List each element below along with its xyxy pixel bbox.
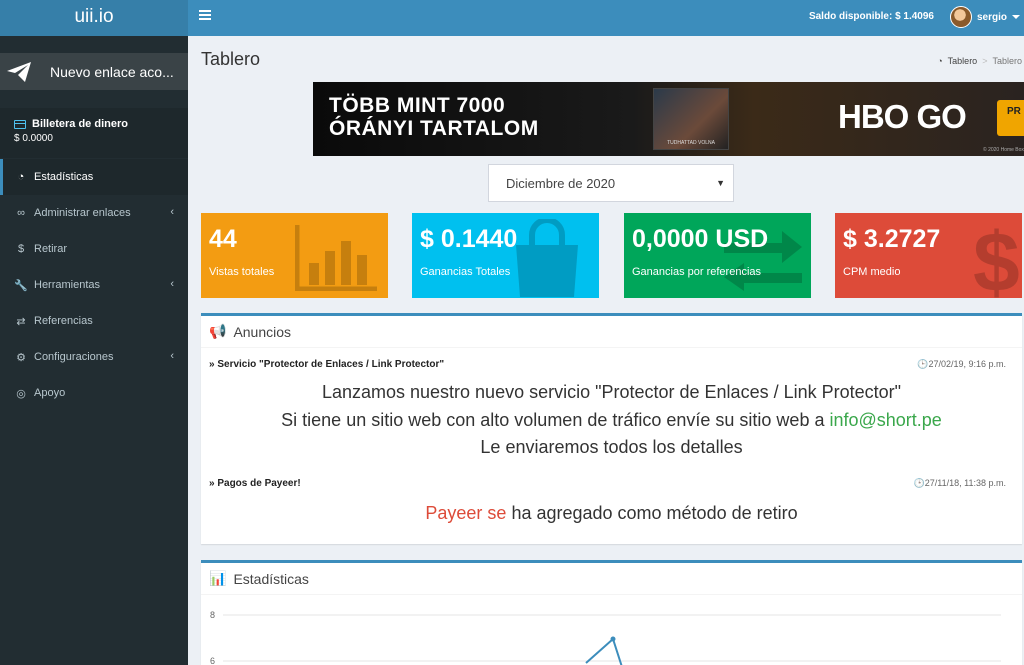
credit-card-icon bbox=[14, 119, 26, 129]
chevron-left-icon: ‹ bbox=[170, 206, 174, 218]
banner-headline: TÖBB MINT 7000 ÓRÁNYI TARTALOM bbox=[329, 94, 539, 140]
stat-label: Ganancias por referencias bbox=[632, 266, 762, 278]
bar-chart-icon bbox=[295, 225, 377, 291]
y-tick-label: 6 bbox=[210, 656, 215, 665]
new-link-label: Nuevo enlace aco... bbox=[50, 63, 174, 80]
stat-label: CPM medio bbox=[843, 266, 901, 278]
banner-cta-button[interactable]: PR bbox=[997, 100, 1024, 136]
user-menu[interactable]: sergio bbox=[949, 6, 1020, 28]
wallet-amount: $ 0.0000 bbox=[14, 133, 53, 144]
month-select-value: Diciembre de 2020 bbox=[506, 175, 616, 191]
bar-chart-icon: 📊 bbox=[209, 570, 227, 586]
sidebar-item-administrar-enlaces[interactable]: ∞ Administrar enlaces ‹ bbox=[0, 195, 188, 231]
statistics-chart: 8 6 bbox=[210, 610, 1001, 665]
stat-value: $ 0.1440 bbox=[420, 225, 518, 253]
stat-referral-earnings: 0,0000 USD Ganancias por referencias bbox=[624, 213, 811, 298]
news-date: 🕒27/02/19, 9:16 p.m. bbox=[917, 359, 1006, 369]
stat-total-views: 44 Vistas totales bbox=[201, 213, 388, 298]
email-link[interactable]: info@short.pe bbox=[829, 410, 941, 430]
statistics-header: 📊 Estadísticas bbox=[201, 563, 1022, 595]
sidebar-item-label: Apoyo bbox=[34, 387, 66, 399]
brand-logo[interactable]: uii.io bbox=[0, 0, 188, 36]
data-point bbox=[610, 636, 616, 642]
wrench-icon: 🔧 bbox=[14, 279, 28, 292]
stat-value: 44 bbox=[209, 225, 237, 253]
available-balance: Saldo disponible: $ 1.4096 bbox=[808, 11, 934, 22]
y-tick-label: 8 bbox=[210, 610, 215, 620]
statistics-title: Estadísticas bbox=[233, 570, 309, 587]
news-date: 🕒27/11/18, 11:38 p.m. bbox=[913, 478, 1006, 488]
stat-value: 0,0000 USD bbox=[632, 225, 769, 253]
stat-value: $ 3.2727 bbox=[843, 225, 941, 253]
sidebar-item-label: Retirar bbox=[34, 243, 68, 255]
username: sergio bbox=[976, 11, 1007, 23]
breadcrumb-current: Tablero bbox=[992, 56, 1022, 66]
sidebar-item-label: Estadísticas bbox=[34, 171, 94, 183]
dashboard-icon: ◔ bbox=[17, 171, 25, 183]
hbo-go-logo: HBO GO bbox=[838, 98, 967, 135]
announcements-title: Anuncios bbox=[233, 323, 292, 340]
sidebar-item-label: Referencias bbox=[34, 315, 93, 327]
news-text: Si tiene un sitio web con alto volumen d… bbox=[281, 410, 942, 430]
dashboard-icon: ◔ bbox=[937, 56, 943, 66]
chevron-left-icon: ‹ bbox=[170, 350, 174, 362]
cogs-icon: ⚙ bbox=[16, 351, 26, 364]
breadcrumb: ◔ Tablero > Tablero bbox=[937, 56, 1022, 66]
statistics-panel: 📊 Estadísticas 8 6 bbox=[201, 560, 1022, 665]
sidebar-item-configuraciones[interactable]: ⚙ Configuraciones ‹ bbox=[0, 339, 188, 375]
sidebar-item-retirar[interactable]: $ Retirar bbox=[0, 231, 188, 267]
banner-copyright: © 2020 Home Box bbox=[983, 147, 1024, 153]
breadcrumb-separator: > bbox=[982, 56, 988, 66]
exchange-icon: ⇄ bbox=[16, 315, 26, 328]
sidebar-item-label: Configuraciones bbox=[34, 351, 114, 363]
main-content: Tablero ◔ Tablero > Tablero TÖBB MINT 70… bbox=[188, 36, 1024, 665]
stat-total-earnings: $ 0.1440 Ganancias Totales bbox=[412, 213, 599, 298]
shopping-bag-icon bbox=[516, 219, 578, 297]
megaphone-icon: 📢 bbox=[209, 323, 227, 339]
sidebar-item-estadisticas[interactable]: ◔ Estadísticas bbox=[0, 159, 188, 195]
breadcrumb-home[interactable]: Tablero bbox=[948, 56, 978, 66]
announcements-header: 📢 Anuncios bbox=[201, 316, 1022, 348]
chevron-left-icon: ‹ bbox=[170, 278, 174, 290]
wallet-title: Billetera de dinero bbox=[32, 118, 128, 130]
top-navbar: uii.io Saldo disponible: $ 1.4096 sergio bbox=[0, 0, 1024, 36]
sidebar: Nuevo enlace aco... Billetera de dinero … bbox=[0, 36, 188, 665]
chevron-down-icon: ▼ bbox=[716, 178, 725, 188]
stat-label: Vistas totales bbox=[209, 266, 275, 278]
banner-poster-image: TUDHATTAD VOLNA bbox=[653, 88, 729, 150]
menu-toggle-icon[interactable] bbox=[199, 10, 211, 22]
announcements-panel: 📢 Anuncios » Servicio "Protector de Enla… bbox=[201, 313, 1022, 544]
dollar-icon: $ bbox=[973, 217, 1020, 298]
page-title: Tablero bbox=[201, 49, 261, 69]
wallet-panel: Billetera de dinero $ 0.0000 bbox=[0, 108, 188, 158]
news-text: Lanzamos nuestro nuevo servicio "Protect… bbox=[321, 382, 902, 402]
link-icon: ∞ bbox=[17, 207, 25, 219]
paper-plane-icon bbox=[0, 61, 38, 83]
news-title: » Pagos de Payeer! bbox=[209, 478, 301, 489]
news-text: Payeer se ha agregado como método de ret… bbox=[425, 503, 798, 523]
sidebar-item-referencias[interactable]: ⇄ Referencias bbox=[0, 303, 188, 339]
sidebar-item-label: Administrar enlaces bbox=[34, 207, 131, 219]
stat-label: Ganancias Totales bbox=[420, 266, 511, 278]
sidebar-item-label: Herramientas bbox=[34, 279, 101, 291]
ad-banner[interactable]: TÖBB MINT 7000 ÓRÁNYI TARTALOM TUDHATTAD… bbox=[313, 82, 1024, 156]
sidebar-menu: ◔ Estadísticas ∞ Administrar enlaces ‹ $… bbox=[0, 159, 188, 411]
month-select[interactable]: Diciembre de 2020 ▼ bbox=[488, 164, 734, 202]
svg-text:$: $ bbox=[973, 217, 1020, 298]
sidebar-item-herramientas[interactable]: 🔧 Herramientas ‹ bbox=[0, 267, 188, 303]
dollar-icon: $ bbox=[17, 243, 25, 255]
sidebar-item-apoyo[interactable]: ◎ Apoyo bbox=[0, 375, 188, 411]
life-ring-icon: ◎ bbox=[16, 387, 26, 400]
stat-average-cpm: $ 3.2727 CPM medio $ bbox=[835, 213, 1022, 298]
news-text: Le enviaremos todos los detalles bbox=[480, 437, 743, 457]
new-link-button[interactable]: Nuevo enlace aco... bbox=[0, 53, 188, 90]
news-title: » Servicio "Protector de Enlaces / Link … bbox=[209, 359, 445, 370]
avatar bbox=[949, 6, 972, 28]
caret-down-icon bbox=[1012, 15, 1020, 19]
